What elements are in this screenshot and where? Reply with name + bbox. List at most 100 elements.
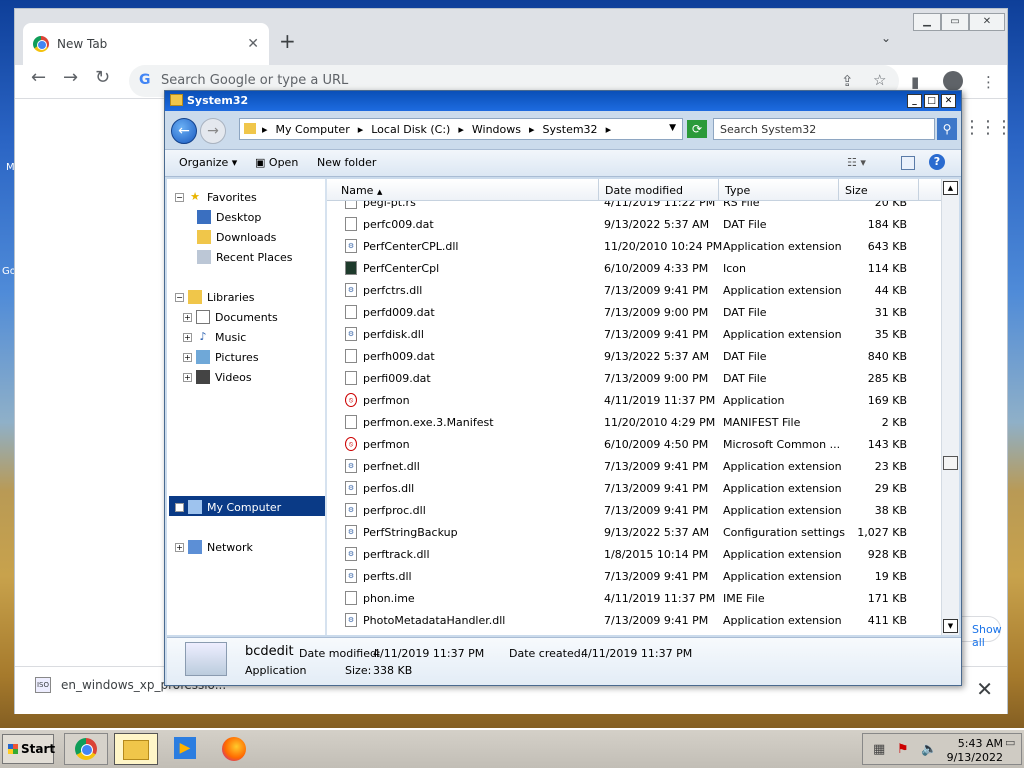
breadcrumb-local-disk[interactable]: Local Disk (C:)	[371, 123, 450, 136]
taskbar-media-player-button[interactable]: ▶	[164, 733, 208, 765]
table-row[interactable]: ⚙ perfctrs.dll 7/13/2009 9:41 PM Applicatio…	[327, 279, 941, 301]
back-arrow-icon[interactable]: ←	[31, 67, 46, 88]
breadcrumb-system32[interactable]: System32	[543, 123, 598, 136]
reload-icon[interactable]: ↻	[95, 67, 110, 88]
breadcrumb-my-computer[interactable]: My Computer	[276, 123, 350, 136]
explorer-forward-button[interactable]: →	[200, 118, 226, 144]
taskbar-explorer-button[interactable]	[114, 733, 158, 765]
explorer-minimize-button[interactable]: _	[907, 94, 922, 108]
explorer-title-bar[interactable]: System32 _ □ ✕	[165, 91, 961, 111]
tab-close-icon[interactable]: ✕	[247, 36, 259, 52]
file-icon	[345, 371, 357, 385]
table-row[interactable]: ⦸ perfmon 6/10/2009 4:50 PM Microsoft Commo…	[327, 433, 941, 455]
open-button[interactable]: ▣ Open	[255, 156, 298, 169]
breadcrumb-sep-icon[interactable]: ▸	[529, 123, 535, 136]
explorer-close-button[interactable]: ✕	[941, 94, 956, 108]
nav-desktop[interactable]: Desktop	[197, 207, 261, 227]
taskbar-firefox-button[interactable]	[214, 733, 258, 765]
nav-my-computer[interactable]: + My Computer	[175, 497, 281, 517]
organize-button[interactable]: Organize ▾	[179, 156, 237, 169]
scroll-up-icon[interactable]: ▲	[943, 181, 958, 195]
breadcrumb-sep-icon[interactable]: ▸	[458, 123, 464, 136]
explorer-maximize-button[interactable]: □	[924, 94, 939, 108]
search-icon[interactable]: ⚲	[937, 118, 957, 140]
nav-recent-places[interactable]: Recent Places	[197, 247, 293, 267]
breadcrumb-windows[interactable]: Windows	[472, 123, 521, 136]
breadcrumb-sep-icon[interactable]: ▸	[262, 123, 268, 136]
table-row[interactable]: pegi-pt.rs 4/11/2019 11:22 PM RS File 20 KB	[327, 201, 941, 213]
help-icon[interactable]: ?	[929, 154, 945, 170]
table-row[interactable]: ⚙ PhotoMetadataHandler.dll 7/13/2009 9:41 …	[327, 609, 941, 631]
side-panel-icon[interactable]: ▮	[911, 73, 919, 91]
clock-time[interactable]: 5:43 AM	[958, 737, 1003, 750]
table-row[interactable]: ⚙ perfproc.dll 7/13/2009 9:41 PM Applicatio…	[327, 499, 941, 521]
nav-network[interactable]: + Network	[175, 537, 253, 557]
refresh-icon[interactable]: ⟳	[687, 120, 707, 138]
download-shelf-close-icon[interactable]: ✕	[976, 677, 993, 701]
table-row[interactable]: phon.ime 4/11/2019 11:37 PM IME File 171 KB	[327, 587, 941, 609]
config-file-icon: ⚙	[345, 525, 357, 539]
table-row[interactable]: perfh009.dat 9/13/2022 5:37 AM DAT File 840…	[327, 345, 941, 367]
volume-icon[interactable]: 🔈	[921, 742, 937, 757]
dll-file-icon: ⚙	[345, 239, 357, 253]
table-row[interactable]: perfmon.exe.3.Manifest 11/20/2010 4:29 PM…	[327, 411, 941, 433]
nav-videos[interactable]: + Videos	[183, 367, 252, 387]
scroll-thumb[interactable]	[943, 456, 958, 470]
share-icon[interactable]: ⇪	[841, 72, 854, 90]
column-header-size[interactable]: Size	[839, 179, 919, 201]
chrome-maximize-button[interactable]: ▭	[941, 13, 969, 31]
forward-arrow-icon[interactable]: →	[63, 67, 78, 88]
table-row[interactable]: ⚙ perftrack.dll 1/8/2015 10:14 PM Applicati…	[327, 543, 941, 565]
details-size-label: Size:	[345, 664, 372, 677]
table-row[interactable]: ⚙ perfnet.dll 7/13/2009 9:41 PM Application…	[327, 455, 941, 477]
network-tray-icon[interactable]: ▦	[873, 742, 885, 757]
breadcrumb-sep-icon[interactable]: ▸	[606, 123, 612, 136]
scroll-down-icon[interactable]: ▼	[943, 619, 958, 633]
chrome-tab-new-tab[interactable]: New Tab ✕	[23, 23, 269, 65]
bookmark-star-icon[interactable]: ☆	[873, 71, 886, 89]
system-tray: ▦ ⚑ 🔈 5:43 AM 9/13/2022 ▭	[862, 733, 1022, 765]
table-row[interactable]: ⚙ perfts.dll 7/13/2009 9:41 PM Application …	[327, 565, 941, 587]
pictures-icon	[196, 350, 210, 364]
nav-documents[interactable]: + Documents	[183, 307, 278, 327]
chrome-menu-icon[interactable]: ⋮	[981, 73, 996, 91]
tab-search-chevron-icon[interactable]: ⌄	[881, 31, 891, 45]
nav-downloads[interactable]: Downloads	[197, 227, 276, 247]
security-alert-icon[interactable]: ⚑	[897, 742, 909, 757]
table-row[interactable]: perfi009.dat 7/13/2009 9:00 PM DAT File 285…	[327, 367, 941, 389]
music-icon: ♪	[199, 330, 207, 343]
new-tab-button[interactable]: +	[279, 29, 296, 53]
google-apps-icon[interactable]: ⋮⋮⋮	[963, 117, 1013, 138]
column-header-date[interactable]: Date modified	[599, 179, 719, 201]
table-row[interactable]: ⚙ perfdisk.dll 7/13/2009 9:41 PM Applicatio…	[327, 323, 941, 345]
preview-pane-icon[interactable]	[901, 156, 915, 170]
column-header-type[interactable]: Type	[719, 179, 839, 201]
address-bar[interactable]: ▸ My Computer ▸ Local Disk (C:) ▸ Window…	[239, 118, 683, 140]
show-desktop-icon[interactable]: ▭	[1005, 736, 1015, 749]
search-input[interactable]: Search System32	[713, 118, 935, 140]
table-row[interactable]: PerfCenterCpl 6/10/2009 4:33 PM Icon 114 KB	[327, 257, 941, 279]
table-row[interactable]: ⚙ PerfCenterCPL.dll 11/20/2010 10:24 PM App…	[327, 235, 941, 257]
taskbar-chrome-button[interactable]	[64, 733, 108, 765]
file-list-scrollbar[interactable]: ▲ ▼	[941, 179, 959, 635]
change-view-icon[interactable]: ☷ ▾	[847, 156, 866, 169]
chrome-close-button[interactable]: ✕	[969, 13, 1005, 31]
address-dropdown-icon[interactable]: ▼	[669, 123, 676, 133]
column-header-name[interactable]: Name ▲	[327, 179, 599, 201]
start-button[interactable]: Start	[2, 734, 55, 764]
clock-date[interactable]: 9/13/2022	[947, 751, 1003, 764]
new-folder-button[interactable]: New folder	[317, 156, 376, 169]
chrome-minimize-button[interactable]: ▁	[913, 13, 941, 31]
nav-music[interactable]: + ♪ Music	[183, 327, 246, 347]
nav-favorites[interactable]: − ★ Favorites	[175, 187, 257, 207]
nav-libraries[interactable]: − Libraries	[175, 287, 255, 307]
table-row[interactable]: perfd009.dat 7/13/2009 9:00 PM DAT File 31 …	[327, 301, 941, 323]
breadcrumb-sep-icon[interactable]: ▸	[358, 123, 364, 136]
table-row[interactable]: perfc009.dat 9/13/2022 5:37 AM DAT File 184…	[327, 213, 941, 235]
nav-pictures[interactable]: + Pictures	[183, 347, 259, 367]
table-row[interactable]: ⚙ perfos.dll 7/13/2009 9:41 PM Application …	[327, 477, 941, 499]
table-row[interactable]: ⦸ perfmon 4/11/2019 11:37 PM Application 169…	[327, 389, 941, 411]
explorer-back-button[interactable]: ←	[171, 118, 197, 144]
profile-avatar-icon[interactable]	[943, 71, 963, 91]
table-row[interactable]: ⚙ PerfStringBackup 9/13/2022 5:37 AM Config…	[327, 521, 941, 543]
